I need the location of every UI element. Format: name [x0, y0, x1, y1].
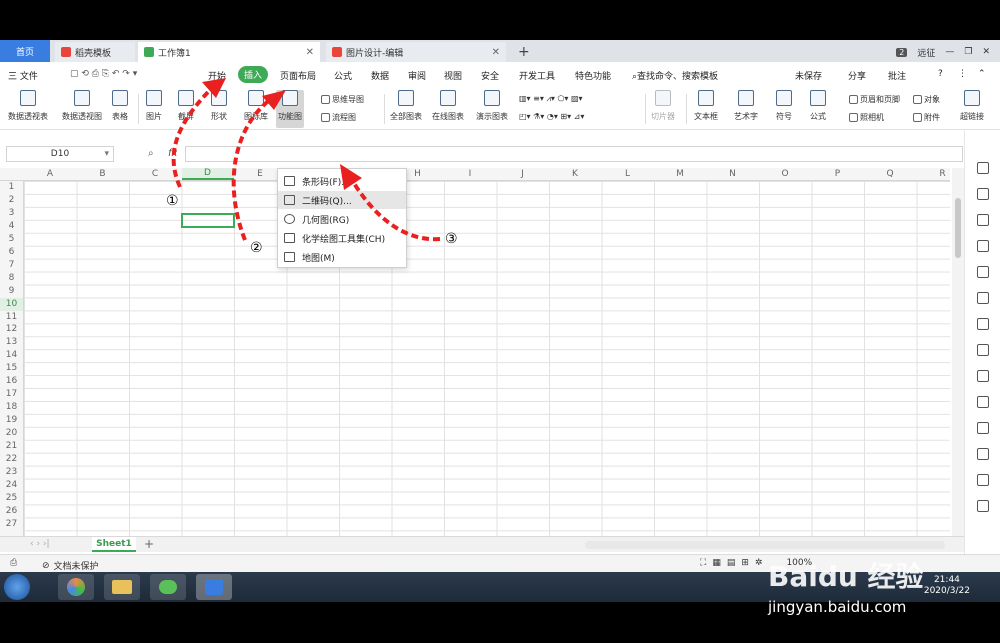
system-clock[interactable]: 21:44 2020/3/22 [924, 575, 970, 597]
arrow-2-head [262, 90, 286, 110]
start-button[interactable] [4, 574, 30, 600]
wechat-icon[interactable] [150, 574, 186, 600]
arrow-1 [171, 86, 214, 188]
wps-app-icon[interactable] [196, 574, 232, 600]
wps-window: 首页 稻壳模板 工作簿1 ✕ 图片设计-编辑 ✕ + 2 远征 — ❐ ✕ 三 文件… [0, 40, 1000, 602]
baidu-watermark-logo: Baidu 经验 [768, 560, 924, 593]
browser-app-icon[interactable] [58, 574, 94, 600]
tutorial-arrows [171, 78, 441, 242]
arrow-2 [231, 96, 274, 241]
file-explorer-icon[interactable] [104, 574, 140, 600]
clock-date: 2020/3/22 [923, 586, 970, 596]
step-1-label: ① [166, 193, 179, 209]
step-3-label: ③ [445, 231, 458, 247]
clock-time: 21:44 [933, 575, 960, 585]
arrow-3-head [340, 164, 362, 190]
step-2-label: ② [250, 240, 263, 256]
arrow-3 [350, 178, 441, 242]
baidu-watermark-url: jingyan.baidu.com [768, 598, 907, 616]
